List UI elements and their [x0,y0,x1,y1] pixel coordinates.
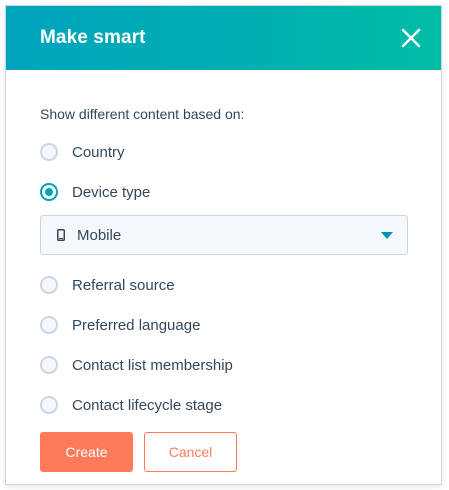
make-smart-dialog: Make smart Show different content based … [5,5,442,485]
radio-option-contact-lifecycle-stage[interactable]: Contact lifecycle stage [40,394,407,416]
radio-button[interactable] [40,316,58,334]
dialog-footer: Create Cancel [40,432,237,472]
radio-option-country[interactable]: Country [40,141,407,163]
radio-label: Contact lifecycle stage [72,396,223,414]
radio-button[interactable] [40,143,58,161]
radio-option-contact-list-membership[interactable]: Contact list membership [40,354,407,376]
radio-button[interactable] [40,356,58,374]
radio-button[interactable] [40,276,58,294]
radio-option-referral-source[interactable]: Referral source [40,274,407,296]
options-prompt: Show different content based on: [40,106,245,122]
device-type-select[interactable]: Mobile [40,215,408,255]
chevron-down-icon [381,231,393,239]
dialog-title: Make smart [40,27,146,48]
close-icon [401,28,421,48]
dialog-header: Make smart [6,6,441,70]
radio-label: Country [72,143,125,161]
radio-label: Referral source [72,276,175,294]
radio-label: Contact list membership [72,356,233,374]
radio-button-selected[interactable] [40,183,58,201]
create-button[interactable]: Create [40,432,133,472]
radio-label: Preferred language [72,316,201,334]
cancel-button[interactable]: Cancel [144,432,237,472]
radio-option-device-type[interactable]: Device type [40,181,407,203]
radio-option-preferred-language[interactable]: Preferred language [40,314,407,336]
mobile-phone-icon [57,229,65,241]
device-select-value: Mobile [77,226,122,244]
dialog-body: Show different content based on: Country… [6,70,441,416]
close-button[interactable] [399,26,423,50]
radio-label: Device type [72,183,151,201]
radio-button[interactable] [40,396,58,414]
